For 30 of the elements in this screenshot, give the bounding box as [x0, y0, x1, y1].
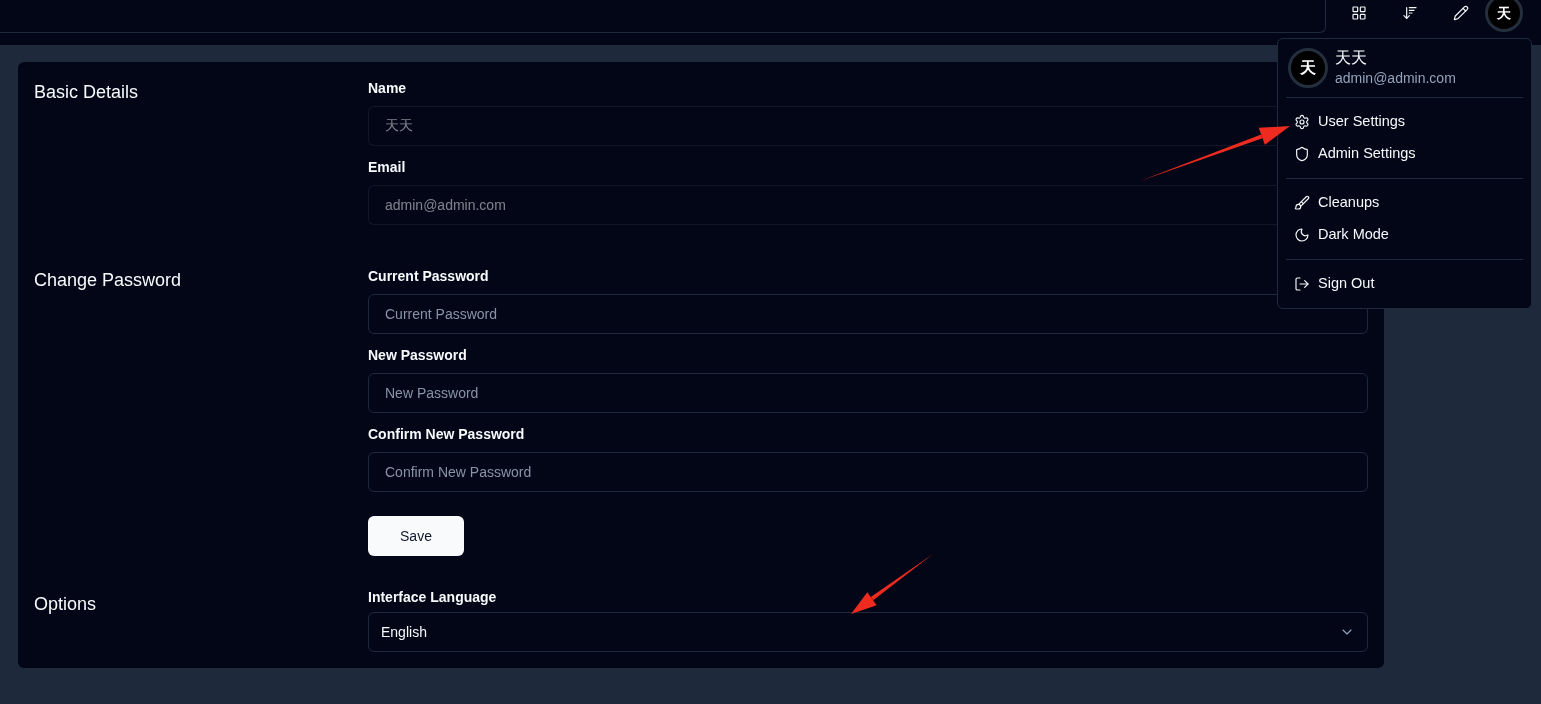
- brush-icon: [1294, 195, 1310, 211]
- user-name: 天天: [1335, 48, 1367, 68]
- moon-icon: [1294, 227, 1310, 243]
- save-button[interactable]: Save: [368, 516, 464, 556]
- logout-icon: [1294, 276, 1310, 292]
- gear-icon: [1294, 114, 1310, 130]
- shield-icon: [1294, 146, 1310, 162]
- field-label: Email: [368, 158, 406, 177]
- user-email: admin@admin.com: [1335, 69, 1456, 88]
- grid-icon[interactable]: [1351, 5, 1367, 21]
- user-avatar: 天: [1288, 48, 1328, 88]
- pencil-icon[interactable]: [1453, 5, 1469, 21]
- menu-item[interactable]: Dark Mode: [1286, 219, 1523, 251]
- menu-item[interactable]: Admin Settings: [1286, 138, 1523, 170]
- field-label: Current Password: [368, 267, 489, 286]
- section-heading: Options: [34, 593, 97, 616]
- input-field[interactable]: Confirm New Password: [368, 452, 1368, 492]
- menu-item[interactable]: Cleanups: [1286, 187, 1523, 219]
- field-label: New Password: [368, 346, 467, 365]
- field-label: Confirm New Password: [368, 425, 525, 444]
- section-heading: Basic Details: [34, 81, 139, 104]
- section-heading: Change Password: [34, 269, 182, 292]
- menu-item[interactable]: User Settings: [1286, 106, 1523, 138]
- select-field[interactable]: English: [368, 612, 1368, 652]
- input-field[interactable]: Current Password: [368, 294, 1368, 334]
- input-field[interactable]: New Password: [368, 373, 1368, 413]
- avatar-button[interactable]: 天: [1485, 0, 1523, 32]
- sort-icon[interactable]: [1402, 5, 1418, 21]
- field-label: Name: [368, 79, 407, 98]
- field-label: Interface Language: [368, 588, 497, 607]
